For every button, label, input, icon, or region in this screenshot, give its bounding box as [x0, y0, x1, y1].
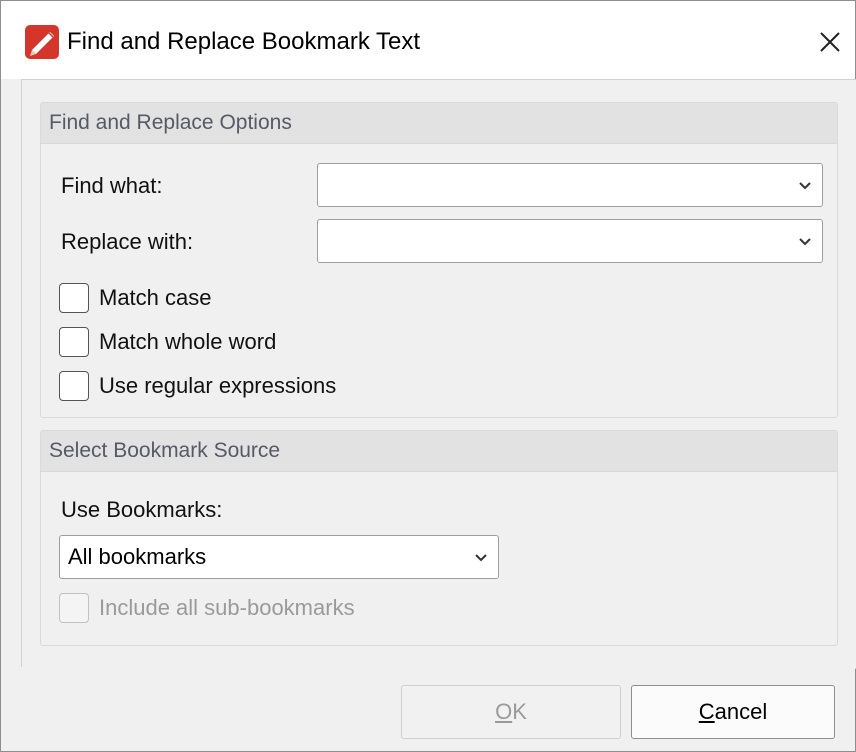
bookmark-source-group: Select Bookmark Source Use Bookmarks: Al…: [40, 430, 838, 646]
include-sub-bookmarks-label[interactable]: Include all sub-bookmarks: [99, 593, 355, 623]
close-icon: [820, 32, 840, 52]
include-sub-bookmarks-box[interactable]: [59, 593, 89, 623]
title-bar: Find and Replace Bookmark Text: [1, 1, 855, 79]
bookmark-source-header: Select Bookmark Source: [41, 431, 837, 472]
replace-with-label: Replace with:: [61, 229, 194, 254]
cancel-button[interactable]: Cancel: [631, 685, 835, 739]
cancel-accelerator: C: [698, 699, 715, 724]
match-whole-word-label[interactable]: Match whole word: [99, 327, 276, 357]
dialog-body: Find and Replace Options Find what: Repl…: [21, 79, 856, 669]
close-button[interactable]: [811, 23, 849, 61]
use-bookmarks-value: All bookmarks: [68, 544, 207, 569]
use-regex-label[interactable]: Use regular expressions: [99, 371, 336, 401]
find-replace-options-header: Find and Replace Options: [41, 103, 837, 144]
ok-accelerator: O: [495, 699, 513, 724]
dialog-footer: OK Cancel: [1, 667, 855, 751]
chevron-down-icon[interactable]: [474, 550, 488, 564]
find-what-combobox[interactable]: [317, 163, 823, 207]
use-bookmarks-dropdown[interactable]: All bookmarks: [59, 535, 499, 579]
dialog-title: Find and Replace Bookmark Text: [67, 28, 421, 55]
find-replace-dialog: Find and Replace Bookmark Text Find and …: [0, 0, 856, 752]
use-bookmarks-label: Use Bookmarks:: [61, 497, 223, 522]
ok-label-rest: K: [512, 699, 527, 724]
find-replace-options-group: Find and Replace Options Find what: Repl…: [40, 102, 838, 418]
match-case-label[interactable]: Match case: [99, 283, 212, 313]
find-what-label: Find what:: [61, 173, 163, 198]
pdf-xchange-icon: [25, 25, 59, 59]
replace-with-combobox[interactable]: [317, 219, 823, 263]
match-whole-word-box[interactable]: [59, 327, 89, 357]
chevron-down-icon[interactable]: [798, 178, 812, 192]
ok-button[interactable]: OK: [401, 685, 621, 739]
match-case-box[interactable]: [59, 283, 89, 313]
chevron-down-icon[interactable]: [798, 234, 812, 248]
use-regex-box[interactable]: [59, 371, 89, 401]
cancel-label-rest: ancel: [714, 699, 768, 724]
